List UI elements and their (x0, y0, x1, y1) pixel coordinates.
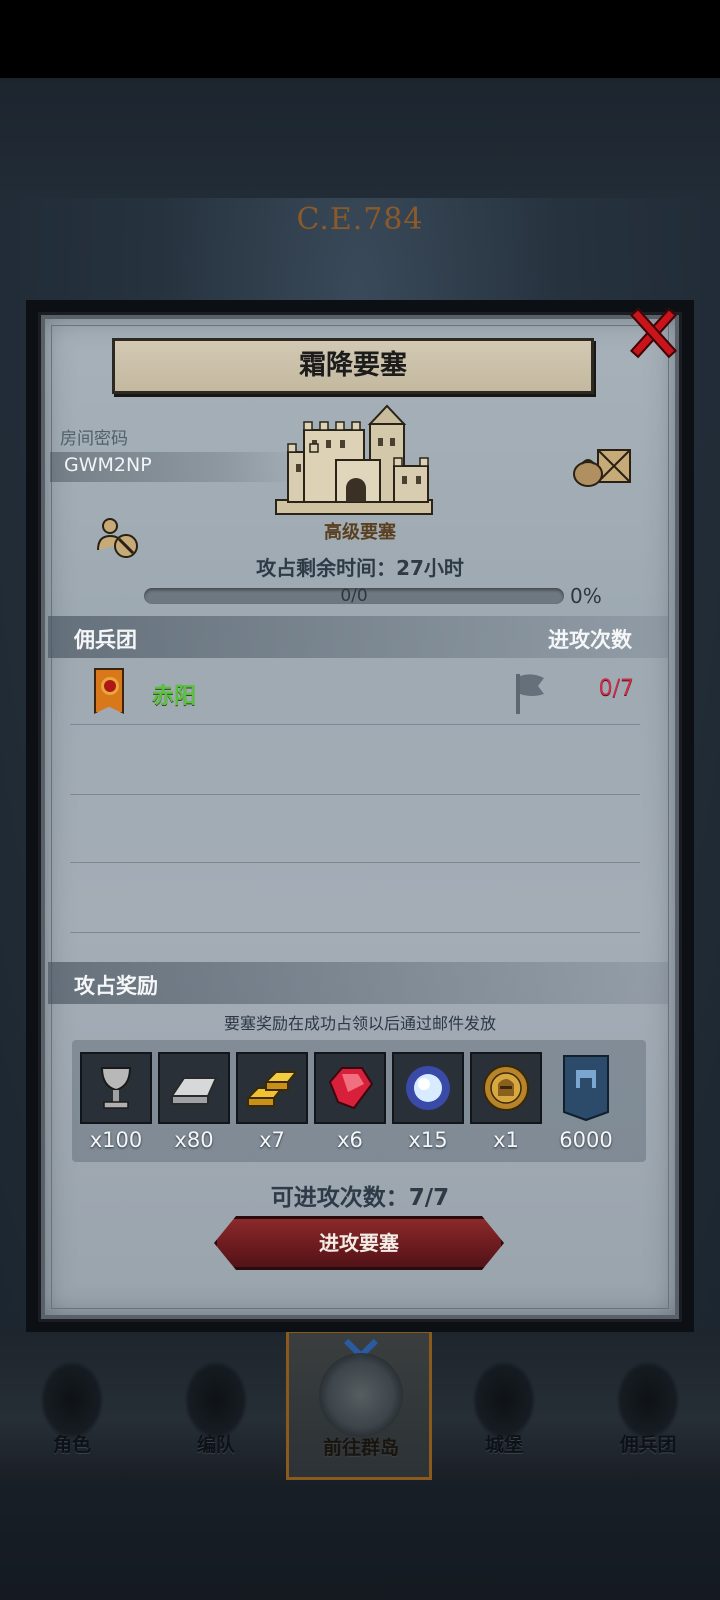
reward-item[interactable]: x6 (314, 1052, 386, 1160)
attack-fortress-button[interactable]: 进攻要塞 (214, 1216, 504, 1270)
silver-ingot-icon (170, 1077, 218, 1105)
reward-slot (470, 1052, 542, 1124)
mercenary-name: 赤阳 (152, 684, 197, 709)
nav-label: 前往群岛 (322, 1437, 399, 1459)
nav-item-character[interactable]: 角色 (0, 1330, 144, 1480)
mercenary-header: 佣兵团 (74, 628, 137, 652)
reward-item[interactable]: x7 (236, 1052, 308, 1160)
reward-item[interactable]: 6000 (554, 1052, 618, 1160)
nav-item-castle[interactable]: 城堡 (432, 1330, 576, 1480)
nav-label: 角色 (52, 1434, 91, 1456)
status-bar-area (0, 0, 720, 78)
nav-label: 城堡 (484, 1434, 523, 1456)
rewards-note: 要塞奖励在成功占领以后通过邮件发放 (223, 1014, 496, 1033)
mercenary-attack-count: 0/7 (598, 676, 634, 701)
reward-item[interactable]: x100 (80, 1052, 152, 1160)
reward-qty: 6000 (559, 1128, 613, 1152)
progress-percent: 0% (570, 584, 602, 608)
era-label: C.E.784 (296, 202, 424, 237)
room-password-label: 房间密码 (60, 429, 128, 449)
castle-nav-icon (472, 1360, 536, 1440)
divider (70, 794, 640, 795)
supply-crate-icon[interactable] (572, 444, 632, 488)
dialog-title: 霜降要塞 (299, 350, 407, 381)
knight-icon (40, 1360, 104, 1440)
knight-medal-icon (483, 1065, 529, 1111)
room-password-value: GWM2NP (64, 454, 152, 476)
reward-slot (236, 1052, 308, 1124)
ruby-icon (328, 1067, 374, 1110)
blue-banner-icon (563, 1055, 609, 1122)
reward-item[interactable]: x15 (392, 1052, 464, 1160)
attack-count-header: 进攻次数 (548, 628, 632, 652)
reward-slot (158, 1052, 230, 1124)
divider (70, 724, 640, 725)
nav-item-mercenaries[interactable]: 佣兵团 (576, 1330, 720, 1480)
formation-icon (184, 1360, 248, 1440)
ship-icon (616, 1360, 680, 1440)
rewards-header: 攻占奖励 (74, 974, 158, 998)
list-item[interactable]: 赤阳 0/7 (48, 660, 668, 724)
nav-item-islands[interactable]: 前往群岛 (286, 1326, 432, 1480)
bottom-nav: 角色 编队 前往群岛 城堡 佣兵团 (0, 1326, 720, 1480)
nav-item-formation[interactable]: 编队 (144, 1330, 288, 1480)
reward-slot (80, 1052, 152, 1124)
nav-label: 佣兵团 (619, 1434, 677, 1456)
divider (70, 862, 640, 863)
available-attacks: 可进攻次数：7/7 (270, 1185, 450, 1211)
islands-compass-icon (319, 1353, 403, 1437)
reward-item[interactable]: x80 (158, 1052, 230, 1160)
progress-count: 0/0 (340, 586, 368, 606)
gold-bars-icon (246, 1071, 298, 1107)
rewards-panel: x100 x80 x7 x6 x15 x1 6000 (72, 1040, 646, 1162)
divider (70, 932, 640, 933)
nav-label: 编队 (196, 1434, 235, 1456)
reward-slot (314, 1052, 386, 1124)
reward-item[interactable]: x1 (470, 1052, 542, 1160)
goblet-icon (100, 1067, 132, 1109)
flag-icon (516, 674, 544, 714)
close-button[interactable] (626, 302, 680, 362)
crystal-orb-icon (406, 1066, 450, 1110)
title-banner: 霜降要塞 (112, 338, 594, 394)
sun-emblem-icon (104, 680, 116, 692)
castle-icon (275, 404, 433, 515)
attack-button-label: 进攻要塞 (319, 1231, 399, 1255)
guild-banner-icon (94, 668, 124, 714)
remaining-time: 攻占剩余时间：27小时 (256, 556, 464, 580)
reward-qty: x1 (493, 1128, 519, 1152)
reward-slot (392, 1052, 464, 1124)
